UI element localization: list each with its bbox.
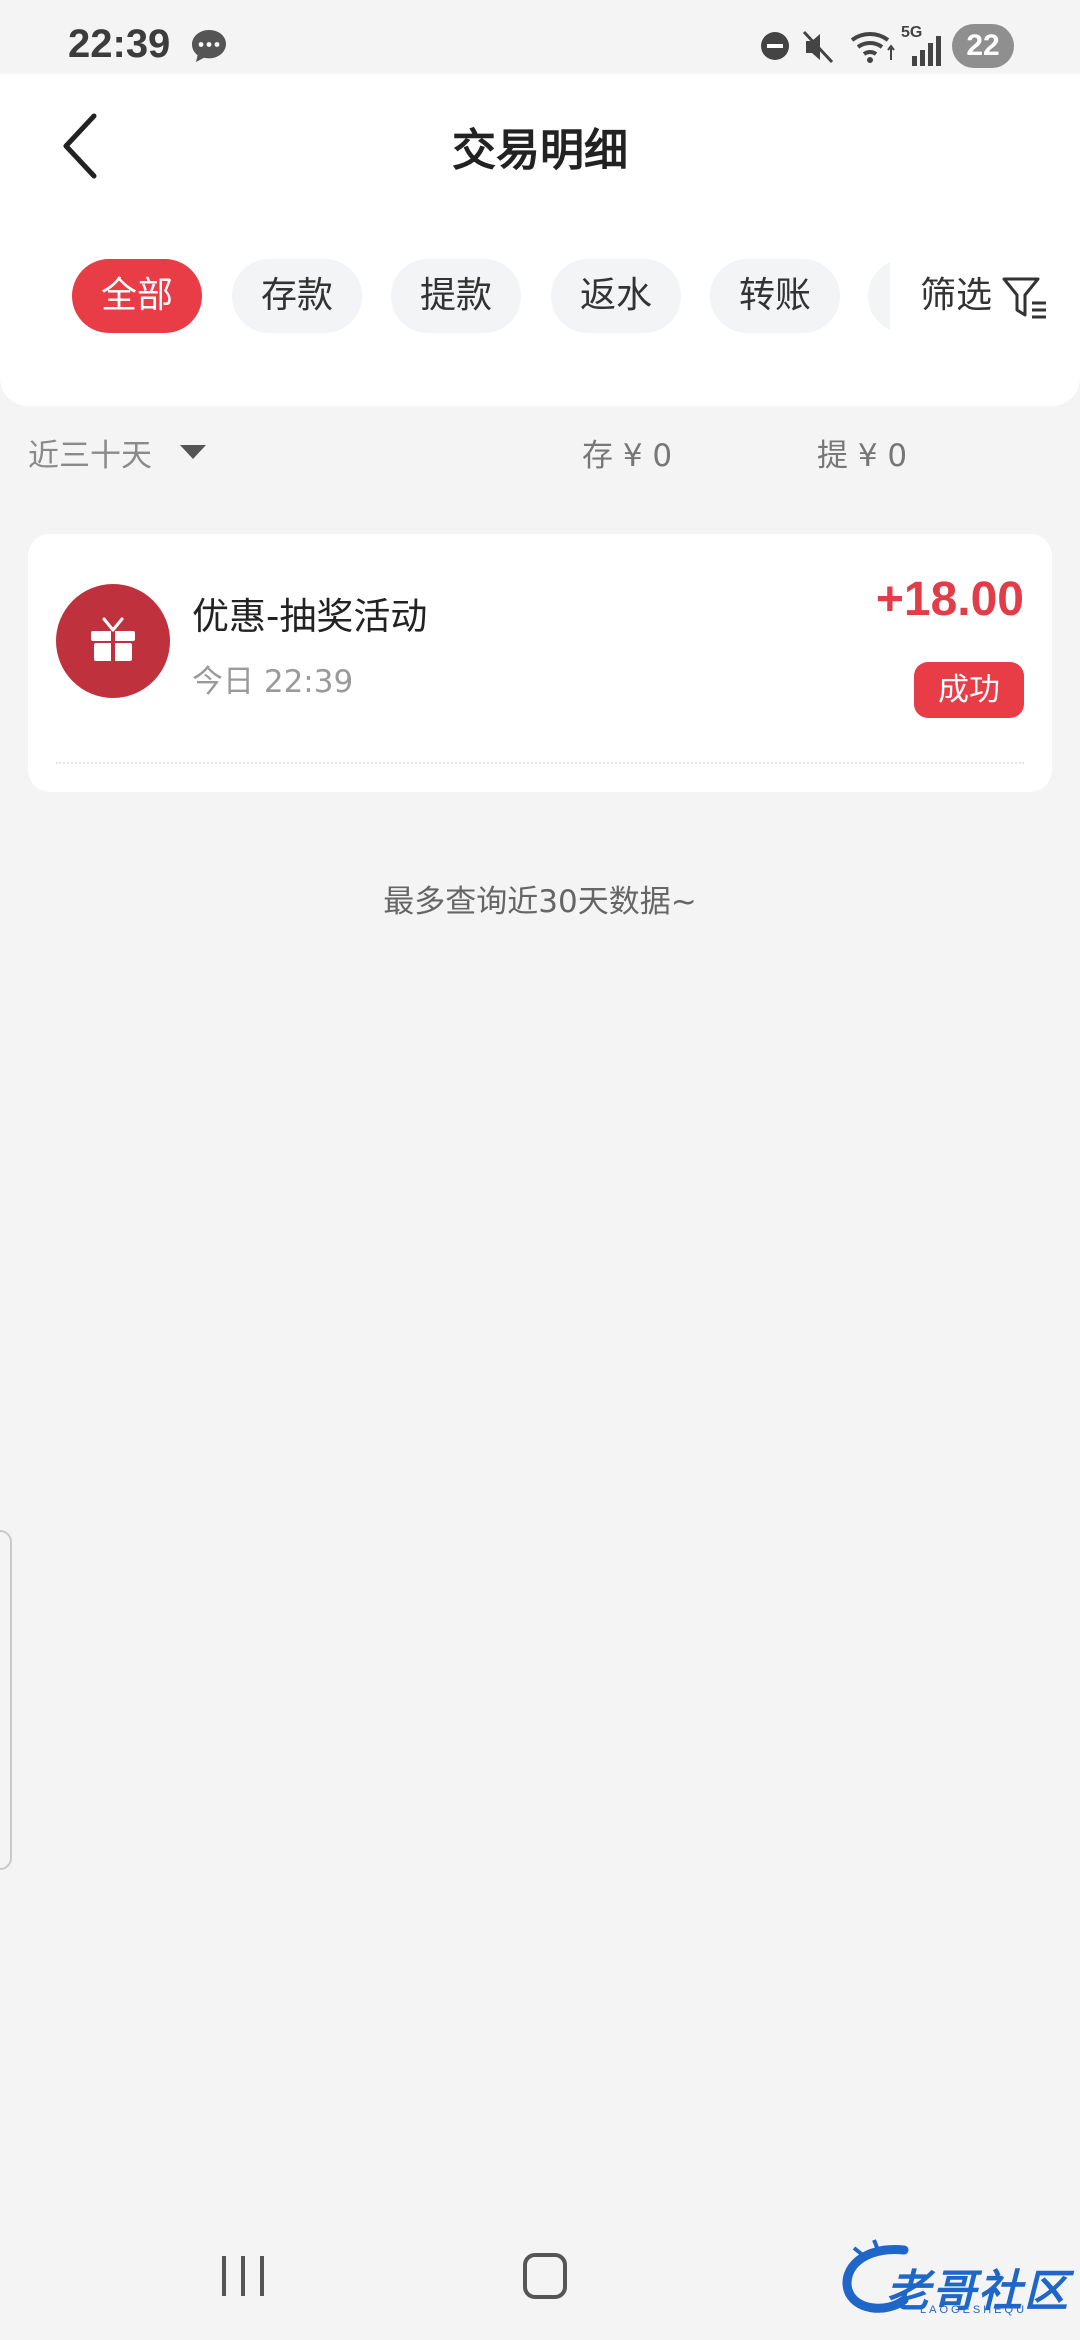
transaction-amount: +18.00 <box>875 573 1024 626</box>
transaction-avatar <box>56 584 170 698</box>
signal-icon <box>912 36 941 66</box>
filter-icon <box>1002 277 1046 319</box>
status-bar: 22:39 5G 22 <box>0 0 1080 74</box>
transaction-details-screen: 22:39 5G 22 交易明细 全部 存款 提款 返水 转账 筛选 近三十天 … <box>0 0 1080 2340</box>
transaction-time: 今日 22:39 <box>192 664 354 700</box>
tab-all[interactable]: 全部 <box>72 259 202 333</box>
period-selector[interactable]: 近三十天 <box>28 430 152 475</box>
message-icon <box>192 30 226 62</box>
page-title: 交易明细 <box>452 125 628 176</box>
end-of-list-note: 最多查询近30天数据~ <box>383 884 697 920</box>
recent-apps-button[interactable] <box>220 2254 266 2298</box>
transaction-item[interactable]: 优惠-抽奖活动 今日 22:39 +18.00 成功 <box>28 534 1052 792</box>
filter-label: 筛选 <box>920 275 993 316</box>
side-panel-handle[interactable] <box>0 1530 12 1870</box>
wifi-icon <box>850 32 895 63</box>
tab-deposit[interactable]: 存款 <box>232 259 362 333</box>
divider <box>56 762 1024 764</box>
tab-transfer[interactable]: 转账 <box>710 259 840 333</box>
status-time: 22:39 <box>68 22 171 66</box>
header-card: 交易明细 全部 存款 提款 返水 转账 筛选 <box>0 74 1080 406</box>
battery-indicator: 22 <box>952 24 1014 68</box>
summary-row: 近三十天 存 ¥ 0 提 ¥ 0 <box>0 420 1080 480</box>
transaction-title: 优惠-抽奖活动 <box>192 595 428 638</box>
mute-icon <box>802 30 834 64</box>
watermark-subtext: LAOGESHEQU <box>920 2304 1028 2316</box>
category-tabs: 全部 存款 提款 返水 转账 筛选 <box>0 259 1080 335</box>
caret-down-icon[interactable] <box>178 442 208 462</box>
filter-button[interactable]: 筛选 <box>890 259 1080 335</box>
do-not-disturb-icon <box>761 32 789 60</box>
deposit-total: 存 ¥ 0 <box>582 438 673 474</box>
tab-withdraw[interactable]: 提款 <box>391 259 521 333</box>
tab-rebate[interactable]: 返水 <box>551 259 681 333</box>
gift-icon <box>91 617 135 661</box>
home-button[interactable] <box>522 2252 568 2300</box>
status-badge: 成功 <box>914 662 1024 718</box>
withdraw-total: 提 ¥ 0 <box>817 438 908 474</box>
